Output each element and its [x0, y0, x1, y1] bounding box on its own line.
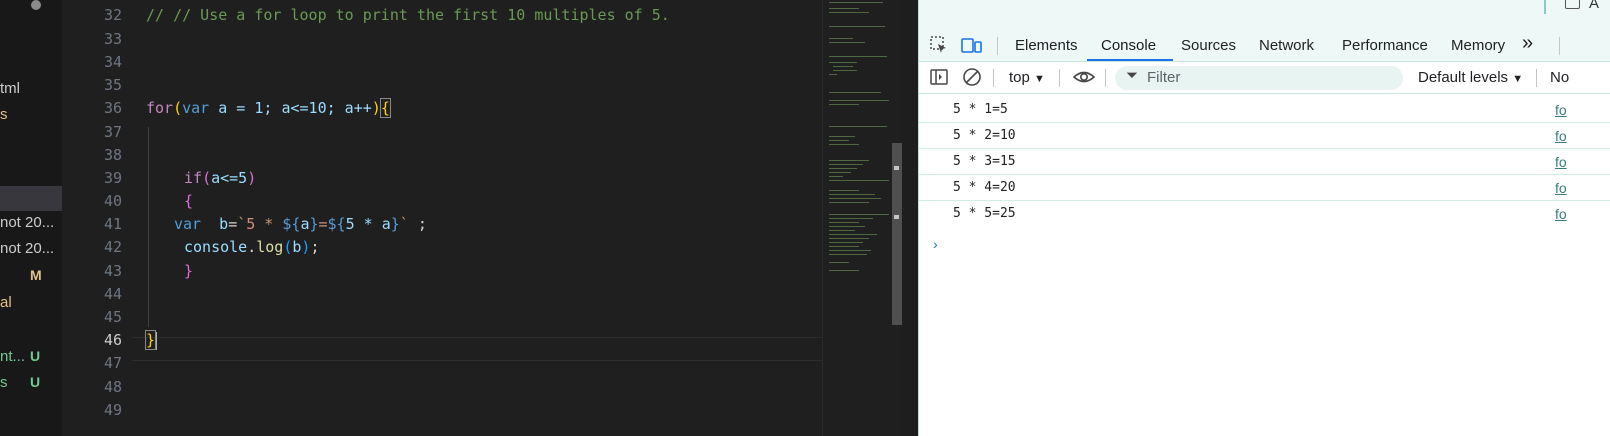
- explorer-item[interactable]: s: [0, 106, 8, 123]
- line-number: 37: [103, 123, 122, 141]
- line-number: 39: [103, 169, 122, 187]
- explorer-item[interactable]: not 20...: [0, 240, 54, 257]
- code-line-46: }: [144, 330, 158, 350]
- current-line-highlight: [132, 337, 822, 361]
- devtools-panel: A Elements Console Sources Network Perfo…: [918, 0, 1610, 436]
- line-number: 43: [103, 262, 122, 280]
- line-number: 49: [103, 401, 122, 419]
- console-message: 5 * 2=10 fo: [919, 123, 1610, 149]
- line-number: 40: [103, 192, 122, 210]
- explorer-item[interactable]: al: [0, 294, 12, 311]
- untracked-badge: U: [30, 374, 41, 390]
- message-text: 5 * 2=10: [953, 128, 1016, 143]
- code-line-39: if(a<=5): [184, 169, 257, 187]
- dropdown-arrow-icon: ▼: [1034, 73, 1045, 85]
- message-source-link[interactable]: fo: [1555, 128, 1567, 144]
- filter-icon: ⏷: [1126, 67, 1139, 84]
- code-line-40: {: [184, 192, 194, 210]
- line-number-gutter: 32 33 34 35 36 37 38 39 40 41 42 43 44 4…: [62, 0, 132, 436]
- active-tab-indicator: [1087, 59, 1173, 61]
- tab-network[interactable]: Network: [1259, 37, 1314, 54]
- issues-counter[interactable]: No: [1550, 69, 1569, 86]
- message-source-link[interactable]: fo: [1555, 154, 1567, 170]
- line-number-active: 46: [103, 331, 122, 349]
- unsaved-dot-icon: [31, 0, 41, 10]
- top-right-label: A: [1589, 0, 1600, 12]
- message-text: 5 * 3=15: [953, 154, 1016, 169]
- scrollbar-thumb[interactable]: [892, 143, 902, 325]
- explorer-item[interactable]: s: [0, 374, 8, 391]
- modified-badge: M: [30, 267, 42, 283]
- vertical-scrollbar[interactable]: [892, 0, 902, 436]
- line-number: 33: [103, 30, 122, 48]
- console-message: 5 * 3=15 fo: [919, 149, 1610, 175]
- message-text: 5 * 4=20: [953, 180, 1016, 195]
- devtools-tab-bar: Elements Console Sources Network Perform…: [919, 30, 1610, 62]
- inspect-element-icon[interactable]: [929, 35, 949, 60]
- devtools-top-strip: A: [919, 0, 1610, 30]
- dropdown-arrow-icon: ▼: [1512, 73, 1524, 85]
- scroll-marker: [894, 215, 899, 219]
- console-message: 5 * 4=20 fo: [919, 175, 1610, 201]
- message-source-link[interactable]: fo: [1555, 206, 1567, 222]
- divider: [1536, 69, 1537, 87]
- line-number: 41: [103, 215, 122, 233]
- console-toolbar: top ▼ ⏷ Filter Default levels ▼ No: [919, 62, 1610, 94]
- sidebar-toggle-icon[interactable]: [929, 67, 949, 92]
- line-number: 34: [103, 53, 122, 71]
- divider: [993, 69, 994, 87]
- explorer-item[interactable]: not 20...: [0, 214, 54, 231]
- text-cursor: [155, 331, 158, 350]
- untracked-badge: U: [30, 348, 41, 364]
- line-number: 47: [103, 354, 122, 372]
- line-number: 48: [103, 378, 122, 396]
- tab-sources[interactable]: Sources: [1181, 37, 1236, 54]
- tab-memory[interactable]: Memory: [1451, 37, 1505, 54]
- code-line-41: var b=`5 * ${a}=${5 * a}` ;: [174, 215, 427, 233]
- line-number: 35: [103, 76, 122, 94]
- message-source-link[interactable]: fo: [1555, 180, 1567, 196]
- line-number: 36: [103, 99, 122, 117]
- divider: [997, 37, 998, 55]
- explorer-item[interactable]: nt...: [0, 348, 25, 365]
- tab-elements[interactable]: Elements: [1015, 37, 1078, 54]
- explorer-item[interactable]: tml: [0, 80, 20, 97]
- line-number: 38: [103, 146, 122, 164]
- code-line-42: console.log(b);: [184, 238, 320, 256]
- code-line-43: }: [184, 262, 194, 280]
- indent-guide: [148, 127, 149, 327]
- context-selector[interactable]: top ▼: [1009, 69, 1045, 86]
- window-icon[interactable]: [1565, 0, 1580, 9]
- line-number: 42: [103, 238, 122, 256]
- console-message: 5 * 1=5 fo: [919, 97, 1610, 123]
- tab-console[interactable]: Console: [1101, 37, 1156, 54]
- tab-performance[interactable]: Performance: [1342, 37, 1428, 54]
- line-number: 45: [103, 308, 122, 326]
- divider: [1544, 0, 1546, 14]
- filter-input[interactable]: ⏷ Filter: [1115, 66, 1403, 90]
- selected-file-highlight: [0, 186, 62, 211]
- console-prompt-icon[interactable]: ›: [933, 236, 938, 252]
- log-levels-dropdown[interactable]: Default levels ▼: [1418, 69, 1523, 86]
- minimap[interactable]: [822, 0, 893, 436]
- filter-placeholder: Filter: [1147, 69, 1181, 86]
- code-editor[interactable]: // // Use a for loop to print the first …: [132, 0, 822, 436]
- clear-console-icon[interactable]: [962, 67, 982, 92]
- message-source-link[interactable]: fo: [1555, 102, 1567, 118]
- console-message: 5 * 5=25 fo: [919, 201, 1610, 227]
- divider: [1059, 69, 1060, 87]
- line-number: 44: [103, 285, 122, 303]
- live-expression-eye-icon[interactable]: [1072, 67, 1096, 92]
- code-line-36: for(var a = 1; a<=10; a++){: [146, 98, 391, 118]
- message-text: 5 * 1=5: [953, 102, 1008, 117]
- divider: [1559, 37, 1560, 55]
- divider: [1105, 69, 1106, 87]
- more-tabs-icon[interactable]: »: [1522, 32, 1533, 55]
- code-line-32: // // Use a for loop to print the first …: [146, 6, 670, 24]
- file-explorer: tml s not 20... not 20... M al nt... U s…: [0, 0, 62, 436]
- scroll-marker: [894, 166, 899, 170]
- device-toolbar-icon[interactable]: [961, 35, 983, 60]
- line-number: 32: [103, 6, 122, 24]
- message-text: 5 * 5=25: [953, 206, 1016, 221]
